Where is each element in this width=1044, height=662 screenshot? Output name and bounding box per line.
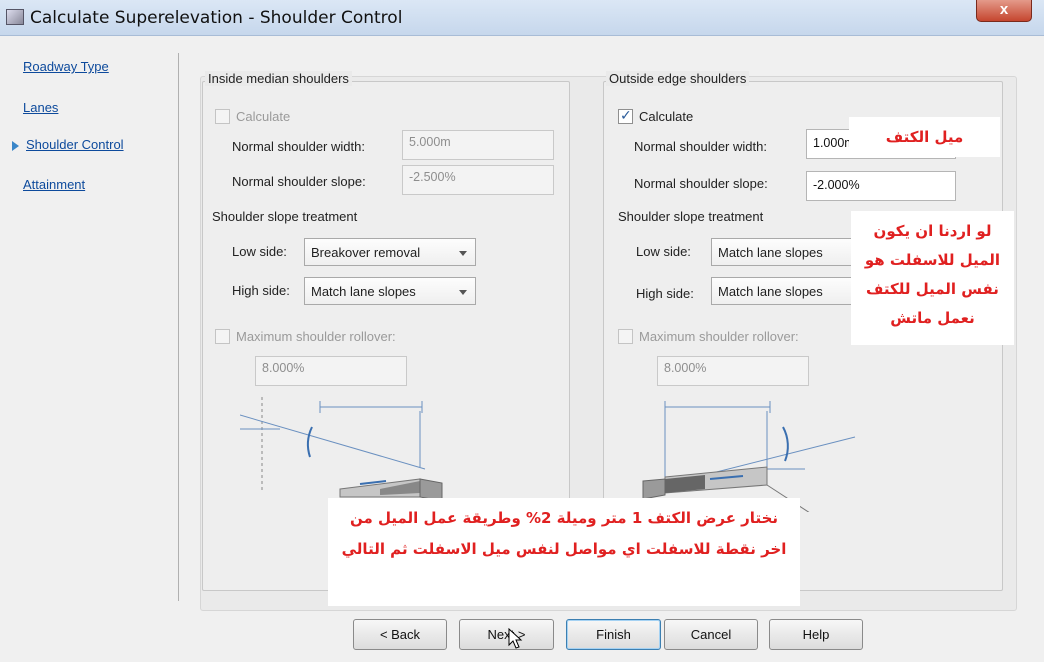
inside-low-select[interactable]: Breakover removal bbox=[304, 238, 476, 266]
inside-high-value: Match lane slopes bbox=[311, 284, 416, 299]
current-step-arrow-icon bbox=[12, 141, 19, 151]
outside-rollover-checkbox[interactable] bbox=[618, 329, 633, 344]
outside-group-title: Outside edge shoulders bbox=[606, 71, 750, 86]
outside-calculate-label: Calculate bbox=[639, 109, 694, 124]
annotation-match-note: لو اردنا ان يكون الميل للاسفلت هو نفس ال… bbox=[851, 211, 1014, 345]
inside-rollover-field[interactable]: 8.000% bbox=[255, 356, 407, 386]
outside-high-label: High side: bbox=[636, 286, 694, 301]
outside-low-label: Low side: bbox=[636, 244, 691, 259]
close-button[interactable]: x bbox=[976, 0, 1032, 22]
outside-high-value: Match lane slopes bbox=[718, 284, 823, 299]
outside-slope-label: Normal shoulder slope: bbox=[634, 176, 768, 191]
inside-calculate-label: Calculate bbox=[236, 109, 291, 124]
inside-group-title: Inside median shoulders bbox=[205, 71, 352, 86]
annotation-shoulder-slope: ميل الكتف bbox=[849, 117, 1000, 157]
mouse-cursor-icon bbox=[508, 628, 523, 649]
inside-slope-field[interactable]: -2.500% bbox=[402, 165, 554, 195]
outside-low-value: Match lane slopes bbox=[718, 245, 823, 260]
inside-high-label: High side: bbox=[232, 283, 290, 298]
inside-high-select[interactable]: Match lane slopes bbox=[304, 277, 476, 305]
title-bar: Calculate Superelevation - Shoulder Cont… bbox=[0, 0, 1044, 36]
chevron-down-icon bbox=[459, 290, 467, 295]
inside-width-label: Normal shoulder width: bbox=[232, 139, 365, 154]
inside-rollover-checkbox[interactable] bbox=[215, 329, 230, 344]
inside-rollover-label: Maximum shoulder rollover: bbox=[236, 329, 396, 344]
nav-shoulder-control[interactable]: Shoulder Control bbox=[26, 137, 124, 152]
inside-width-field[interactable]: 5.000m bbox=[402, 130, 554, 160]
outside-shoulder-diagram bbox=[642, 401, 856, 512]
chevron-down-icon bbox=[459, 251, 467, 256]
inside-shoulder-diagram bbox=[240, 397, 445, 512]
nav-lanes[interactable]: Lanes bbox=[23, 100, 58, 115]
back-button[interactable]: < Back bbox=[353, 619, 447, 650]
help-button[interactable]: Help bbox=[769, 619, 863, 650]
outside-rollover-label: Maximum shoulder rollover: bbox=[639, 329, 799, 344]
cancel-button[interactable]: Cancel bbox=[664, 619, 758, 650]
finish-button[interactable]: Finish bbox=[566, 619, 661, 650]
window-title: Calculate Superelevation - Shoulder Cont… bbox=[30, 8, 403, 28]
nav-roadway-type[interactable]: Roadway Type bbox=[23, 59, 109, 74]
inside-low-value: Breakover removal bbox=[311, 245, 421, 260]
outside-width-label: Normal shoulder width: bbox=[634, 139, 767, 154]
outside-rollover-field[interactable]: 8.000% bbox=[657, 356, 809, 386]
annotation-bottom-note: نختار عرض الكتف 1 متر وميلة 2% وطريقة عم… bbox=[328, 498, 800, 606]
inside-treatment-label: Shoulder slope treatment bbox=[212, 209, 358, 224]
dialog-body: Roadway Type Lanes Shoulder Control Atta… bbox=[0, 37, 1044, 662]
checkmark-icon: ✓ bbox=[620, 107, 632, 123]
app-icon bbox=[6, 9, 24, 25]
nav-divider bbox=[178, 53, 179, 601]
next-button[interactable]: Next > bbox=[459, 619, 554, 650]
outside-slope-field[interactable]: -2.000% bbox=[806, 171, 956, 201]
inside-slope-label: Normal shoulder slope: bbox=[232, 174, 366, 189]
outside-treatment-label: Shoulder slope treatment bbox=[618, 209, 764, 224]
nav-attainment[interactable]: Attainment bbox=[23, 177, 85, 192]
outside-calculate-checkbox[interactable]: ✓ bbox=[618, 107, 633, 124]
inside-low-label: Low side: bbox=[232, 244, 287, 259]
inside-calculate-checkbox[interactable] bbox=[215, 109, 230, 124]
